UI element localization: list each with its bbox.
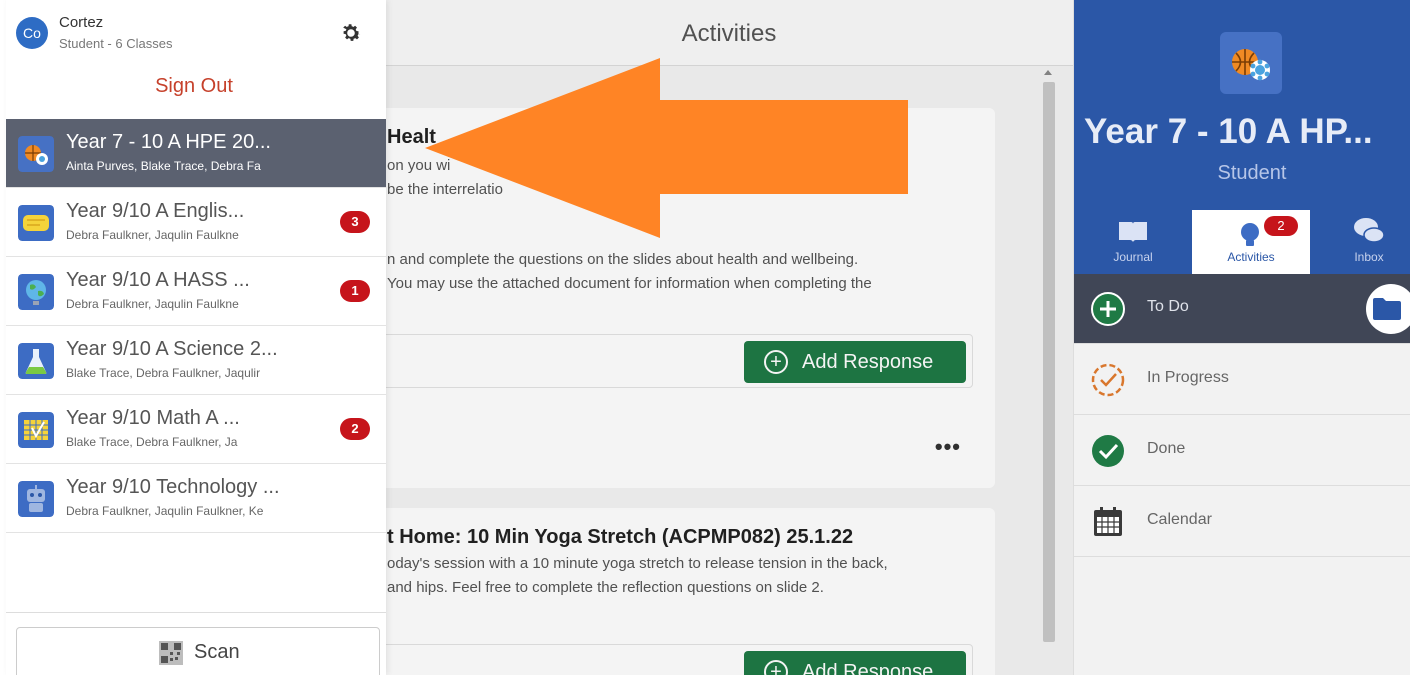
avatar[interactable]: Co xyxy=(16,17,48,49)
class-list-item[interactable]: Year 9/10 Technology ... Debra Faulkner,… xyxy=(6,464,386,533)
profile-name: Cortez xyxy=(59,14,104,31)
tab-inbox[interactable]: Inbox xyxy=(1310,210,1410,274)
class-list-item[interactable]: Year 9/10 A Science 2... Blake Trace, De… xyxy=(6,326,386,395)
plus-circle-icon xyxy=(1091,292,1125,326)
status-filter-done[interactable]: Done xyxy=(1074,416,1410,486)
class-list-item[interactable]: Year 9/10 Math A ... Blake Trace, Debra … xyxy=(6,395,386,464)
class-list-item[interactable]: Year 7 - 10 A HPE 20... Ainta Purves, Bl… xyxy=(6,119,386,188)
hpe-sports-icon xyxy=(18,136,54,172)
drawer-overlay-dim[interactable] xyxy=(385,0,1073,675)
class-header: Year 7 - 10 A HP... Student xyxy=(1074,0,1410,210)
folder-button[interactable] xyxy=(1366,284,1410,334)
class-name: Year 9/10 A Science 2... xyxy=(66,338,278,360)
class-teachers: Debra Faulkner, Jaqulin Faulkne xyxy=(66,297,239,311)
folder-icon xyxy=(1373,298,1401,320)
activities-count-badge: 2 xyxy=(1264,216,1298,236)
sign-out-link[interactable]: Sign Out xyxy=(6,75,382,98)
class-teachers: Ainta Purves, Blake Trace, Debra Fa xyxy=(66,159,261,173)
class-teachers: Debra Faulkner, Jaqulin Faulkner, Ke xyxy=(66,504,264,518)
tab-inbox-label: Inbox xyxy=(1354,250,1384,264)
status-done-label: Done xyxy=(1147,440,1186,457)
scan-label: Scan xyxy=(194,641,240,663)
status-calendar-label: Calendar xyxy=(1147,511,1212,528)
status-filter-calendar[interactable]: Calendar xyxy=(1074,487,1410,557)
status-in-progress-label: In Progress xyxy=(1147,369,1229,386)
class-name: Year 9/10 A HASS ... xyxy=(66,269,250,291)
flask-icon xyxy=(18,343,54,379)
class-panel: Year 7 - 10 A HP... Student Journal 2 Ac… xyxy=(1073,0,1410,675)
class-teachers: Debra Faulkner, Jaqulin Faulkne xyxy=(66,228,239,242)
class-teachers: Blake Trace, Debra Faulkner, Ja xyxy=(66,435,238,449)
profile-subtitle: Student - 6 Classes xyxy=(59,36,173,51)
class-name: Year 9/10 A Englis... xyxy=(66,200,245,222)
tab-activities[interactable]: 2 Activities xyxy=(1192,210,1310,274)
unread-badge: 3 xyxy=(340,211,370,233)
class-list-item[interactable]: Year 9/10 A Englis... Debra Faulkner, Ja… xyxy=(6,188,386,257)
class-title: Year 7 - 10 A HP... xyxy=(1084,112,1373,151)
robot-icon xyxy=(18,481,54,517)
scan-button[interactable]: Scan xyxy=(16,627,380,675)
check-circle-icon xyxy=(1092,435,1124,467)
unread-badge: 1 xyxy=(340,280,370,302)
status-filter-todo[interactable]: To Do xyxy=(1074,274,1410,344)
tab-activities-label: Activities xyxy=(1227,250,1275,264)
unread-badge: 2 xyxy=(340,418,370,440)
tab-journal[interactable]: Journal xyxy=(1074,210,1192,274)
status-todo-label: To Do xyxy=(1147,298,1189,315)
class-name: Year 9/10 Technology ... xyxy=(66,476,280,498)
class-teachers: Blake Trace, Debra Faulkner, Jaqulir xyxy=(66,366,261,380)
gear-icon[interactable] xyxy=(339,21,363,45)
tab-journal-label: Journal xyxy=(1113,250,1153,264)
class-tab-bar: Journal 2 Activities Inbox xyxy=(1074,210,1410,274)
calculator-icon xyxy=(18,412,54,448)
progress-check-icon xyxy=(1091,363,1125,397)
hpe-sports-icon xyxy=(1220,32,1282,94)
profile-header: Co Cortez Student - 6 Classes xyxy=(6,0,386,66)
class-name: Year 9/10 Math A ... xyxy=(66,407,240,429)
qr-code-icon xyxy=(159,641,183,665)
book-icon xyxy=(1119,222,1147,242)
class-role: Student xyxy=(1217,162,1287,184)
chat-bubbles-icon xyxy=(1354,218,1385,243)
activities-feed: Activities Healt on you wi be the interr… xyxy=(385,0,1073,675)
status-filter-in-progress[interactable]: In Progress xyxy=(1074,345,1410,415)
lightbulb-icon xyxy=(1241,223,1259,246)
drawer-footer: Scan xyxy=(6,612,386,675)
class-list-item[interactable]: Year 9/10 A HASS ... Debra Faulkner, Jaq… xyxy=(6,257,386,326)
globe-icon xyxy=(18,274,54,310)
class-name: Year 7 - 10 A HPE 20... xyxy=(66,131,271,153)
class-drawer: Co Cortez Student - 6 Classes Sign Out Y… xyxy=(6,0,386,675)
calendar-icon xyxy=(1094,507,1122,536)
speech-bubble-icon xyxy=(18,205,54,241)
